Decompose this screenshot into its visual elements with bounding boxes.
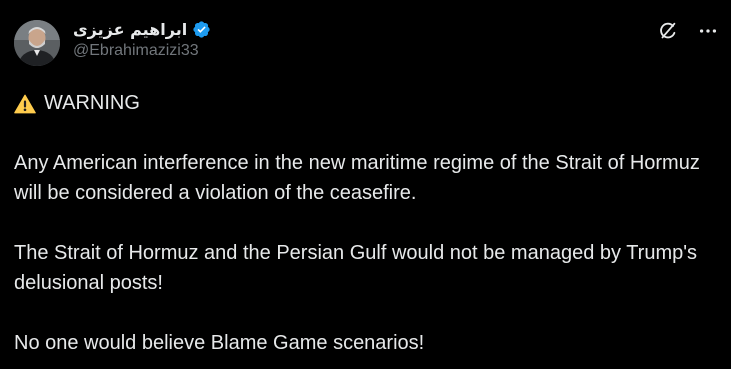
- grok-icon[interactable]: [657, 20, 679, 42]
- author-block: ابراهیم عزیزی @Ebrahimazizi33: [73, 18, 211, 60]
- profile-photo: [14, 20, 60, 66]
- avatar[interactable]: [14, 20, 60, 66]
- handle[interactable]: @Ebrahimazizi33: [73, 42, 211, 60]
- tweet: ابراهیم عزیزی @Ebrahimazizi33 WARNING An…: [0, 0, 731, 369]
- more-icon[interactable]: [697, 20, 719, 42]
- paragraph-3: No one would believe Blame Game scenario…: [14, 332, 425, 354]
- paragraph-1: Any American interference in the new mar…: [14, 152, 700, 204]
- name-row: ابراهیم عزیزی: [73, 18, 211, 40]
- tweet-actions: [657, 20, 719, 42]
- display-name[interactable]: ابراهیم عزیزی: [73, 20, 187, 39]
- tweet-text: WARNING Any American interference in the…: [14, 88, 714, 358]
- verified-badge-icon: [192, 20, 211, 39]
- warning-label: WARNING: [44, 92, 140, 114]
- paragraph-2: The Strait of Hormuz and the Persian Gul…: [14, 242, 698, 294]
- warning-icon: [14, 93, 36, 114]
- warning-line: WARNING: [14, 88, 714, 118]
